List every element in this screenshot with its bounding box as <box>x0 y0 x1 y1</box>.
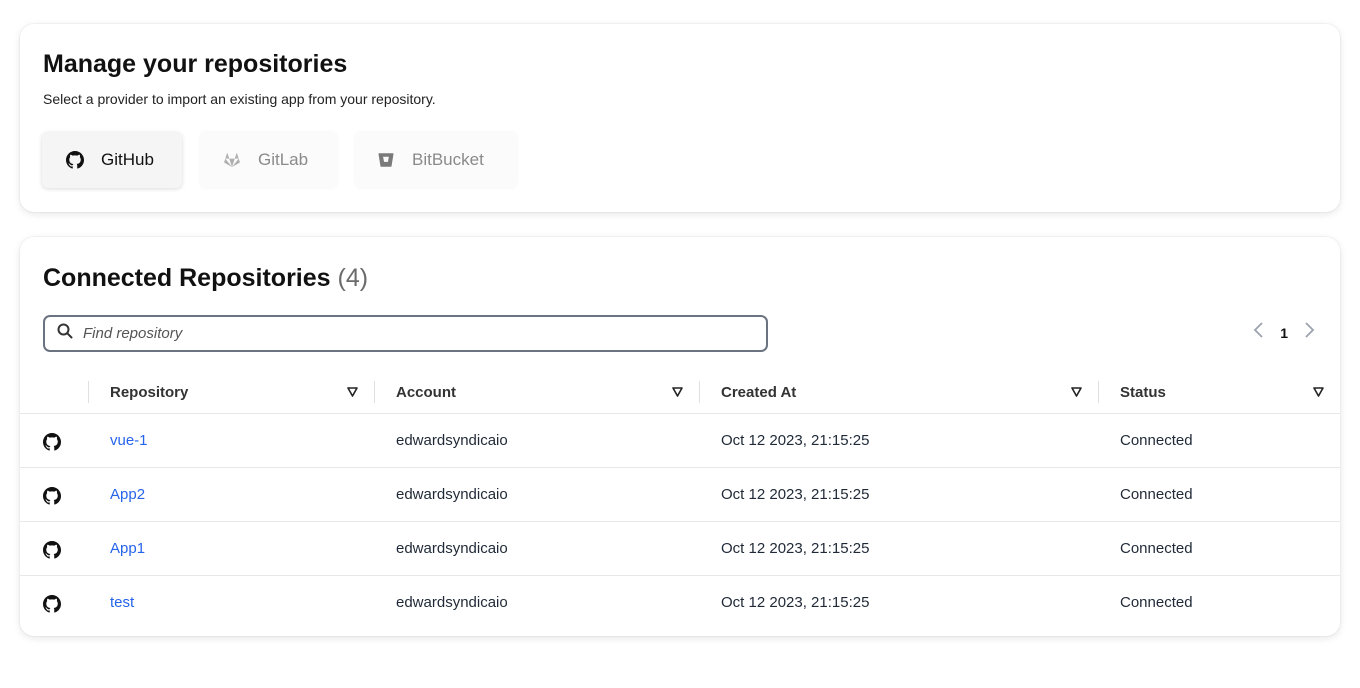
search-icon <box>57 323 73 344</box>
header-repository-label: Repository <box>110 383 189 401</box>
row-provider-cell <box>20 521 88 576</box>
table-row: vue-1 edwardsyndicaio Oct 12 2023, 21:15… <box>20 413 1340 468</box>
table-row: App2 edwardsyndicaio Oct 12 2023, 21:15:… <box>20 467 1340 522</box>
manage-repositories-card: Manage your repositories Select a provid… <box>20 24 1340 212</box>
status-cell: Connected <box>1098 413 1340 468</box>
current-page[interactable]: 1 <box>1280 325 1288 341</box>
header-account[interactable]: Account <box>374 371 699 414</box>
section-title-text: Connected Repositories <box>43 264 331 292</box>
page-subtitle: Select a provider to import an existing … <box>43 91 436 107</box>
github-icon <box>43 486 61 509</box>
page-title: Manage your repositories <box>43 50 348 78</box>
column-divider <box>699 381 700 403</box>
repository-cell: App2 <box>88 467 374 522</box>
column-divider <box>374 381 375 403</box>
repository-link[interactable]: vue-1 <box>110 432 148 449</box>
filter-icon[interactable] <box>672 384 683 401</box>
row-provider-cell <box>20 413 88 468</box>
header-status[interactable]: Status <box>1098 371 1340 414</box>
table-header-row: Repository Account Created At Status <box>20 371 1340 414</box>
section-title: Connected Repositories (4) <box>43 264 368 293</box>
repository-cell: test <box>88 576 374 630</box>
created-at-cell: Oct 12 2023, 21:15:25 <box>699 413 1098 468</box>
column-divider <box>1098 381 1099 403</box>
status-cell: Connected <box>1098 467 1340 522</box>
status-cell: Connected <box>1098 521 1340 576</box>
repository-cell: vue-1 <box>88 413 374 468</box>
github-icon <box>43 594 61 617</box>
bitbucket-label: BitBucket <box>412 150 484 169</box>
header-account-label: Account <box>396 383 456 401</box>
gitlab-label: GitLab <box>258 150 309 169</box>
gitlab-provider-button[interactable]: GitLab <box>200 132 337 188</box>
connected-repositories-card: Connected Repositories (4) 1 Repository <box>20 237 1340 636</box>
created-at-cell: Oct 12 2023, 21:15:25 <box>721 594 870 612</box>
prev-page-icon[interactable] <box>1252 321 1264 344</box>
repositories-table: Repository Account Created At Status vue… <box>20 371 1340 630</box>
bitbucket-provider-button[interactable]: BitBucket <box>355 132 517 188</box>
header-repository[interactable]: Repository <box>88 371 374 414</box>
column-divider <box>88 381 89 403</box>
repository-link[interactable]: App2 <box>110 486 145 503</box>
github-icon <box>66 151 84 169</box>
bitbucket-icon <box>377 151 395 169</box>
gitlab-icon <box>223 151 241 169</box>
table-row: test edwardsyndicaio Oct 12 2023, 21:15:… <box>20 576 1340 630</box>
repository-link[interactable]: test <box>110 594 134 611</box>
github-label: GitHub <box>101 150 154 169</box>
table-row: App1 edwardsyndicaio Oct 12 2023, 21:15:… <box>20 521 1340 576</box>
account-cell: edwardsyndicaio <box>374 467 699 522</box>
header-status-label: Status <box>1120 383 1166 401</box>
account-cell: edwardsyndicaio <box>374 521 699 576</box>
filter-icon[interactable] <box>347 384 358 401</box>
search-input[interactable] <box>83 325 723 342</box>
header-icon-column <box>20 371 88 414</box>
created-at-cell: Oct 12 2023, 21:15:25 <box>699 521 1098 576</box>
created-at-cell: Oct 12 2023, 21:15:25 <box>699 467 1098 522</box>
account-cell: edwardsyndicaio <box>396 594 508 612</box>
filter-icon[interactable] <box>1071 384 1082 401</box>
github-icon <box>43 432 61 455</box>
account-cell: edwardsyndicaio <box>374 413 699 468</box>
pagination: 1 <box>1252 321 1316 344</box>
github-provider-button[interactable]: GitHub <box>42 132 182 188</box>
row-provider-cell <box>20 467 88 522</box>
repository-link[interactable]: App1 <box>110 540 145 557</box>
repository-cell: App1 <box>88 521 374 576</box>
header-created-at-label: Created At <box>721 383 797 401</box>
header-created-at[interactable]: Created At <box>699 371 1098 414</box>
github-icon <box>43 540 61 563</box>
next-page-icon[interactable] <box>1304 321 1316 344</box>
filter-icon[interactable] <box>1313 384 1324 401</box>
search-box <box>43 315 768 352</box>
row-provider-cell <box>20 576 88 630</box>
status-cell: Connected <box>1120 594 1193 612</box>
repository-count: (4) <box>337 264 369 292</box>
